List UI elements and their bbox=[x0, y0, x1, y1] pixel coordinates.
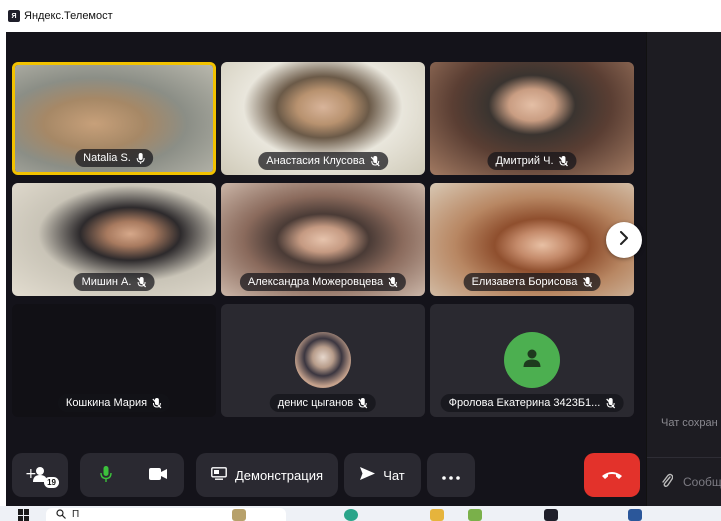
microphone-icon bbox=[100, 465, 112, 485]
taskbar-search-text: П bbox=[72, 509, 80, 520]
next-page-button[interactable] bbox=[606, 222, 642, 258]
participant-name: Фролова Екатерина 3423Б1... bbox=[448, 397, 601, 409]
chat-panel: Чат сохран Сообщ bbox=[646, 32, 721, 506]
camera-button[interactable] bbox=[132, 467, 184, 483]
participant-tile[interactable]: Дмитрий Ч. bbox=[430, 62, 634, 175]
participant-name: денис цыганов bbox=[277, 397, 354, 409]
user-icon bbox=[521, 347, 543, 374]
camera-icon bbox=[149, 467, 167, 483]
microphone-button[interactable] bbox=[80, 465, 132, 485]
participants-count-badge: 19 bbox=[44, 477, 59, 488]
mic-off-icon bbox=[370, 155, 380, 167]
mic-off-icon bbox=[358, 397, 368, 409]
taskbar-app-icon[interactable] bbox=[344, 509, 358, 521]
more-button[interactable] bbox=[427, 453, 475, 497]
hangup-button[interactable] bbox=[584, 453, 640, 497]
taskbar-search-box[interactable]: П bbox=[46, 508, 286, 521]
telemost-app: Natalia S. Анастасия Клусова Дмитрий Ч. bbox=[6, 32, 721, 506]
phone-hangup-icon bbox=[601, 468, 623, 483]
word-icon[interactable] bbox=[628, 509, 642, 521]
telemost-taskbar-icon[interactable] bbox=[544, 509, 558, 521]
mic-icon bbox=[136, 152, 145, 164]
chess-app-icon[interactable] bbox=[232, 509, 246, 521]
chat-button[interactable]: Чат bbox=[344, 453, 421, 497]
participant-name: Дмитрий Ч. bbox=[495, 155, 554, 167]
windows-start-icon[interactable] bbox=[18, 509, 30, 521]
participant-tile[interactable]: Фролова Екатерина 3423Б1... bbox=[430, 304, 634, 417]
screen-share-label: Демонстрация bbox=[234, 467, 324, 483]
participant-name: Natalia S. bbox=[83, 152, 131, 164]
participant-name: Александра Можеровцева bbox=[247, 276, 384, 288]
participant-label: Кошкина Мария bbox=[57, 394, 171, 412]
participant-tile[interactable]: Александра Можеровцева bbox=[221, 183, 425, 296]
media-controls bbox=[80, 453, 184, 497]
window-title: Яндекс.Телемост bbox=[24, 10, 113, 22]
participant-label: денис цыганов bbox=[269, 394, 377, 412]
paperclip-icon[interactable] bbox=[661, 472, 674, 493]
mic-off-icon bbox=[388, 276, 398, 288]
participant-tile[interactable]: Елизавета Борисова bbox=[430, 183, 634, 296]
screen-share-icon bbox=[211, 467, 227, 483]
participant-label: Анастасия Клусова bbox=[258, 152, 388, 170]
participant-label: Мишин А. bbox=[73, 273, 155, 291]
participant-label: Дмитрий Ч. bbox=[487, 152, 577, 170]
os-taskbar: П bbox=[0, 506, 721, 521]
participant-name: Мишин А. bbox=[81, 276, 132, 288]
add-user-icon: + 19 bbox=[25, 464, 59, 488]
screen-share-button[interactable]: Демонстрация bbox=[196, 453, 338, 497]
window-titlebar: Я Яндекс.Телемост bbox=[0, 0, 721, 32]
participant-tile[interactable]: денис цыганов bbox=[221, 304, 425, 417]
participant-label: Елизавета Борисова bbox=[463, 273, 601, 291]
participant-label: Фролова Екатерина 3423Б1... bbox=[440, 394, 624, 412]
mic-off-icon bbox=[605, 397, 615, 409]
participant-tile[interactable]: Natalia S. bbox=[12, 62, 216, 175]
participant-label: Natalia S. bbox=[75, 149, 153, 167]
participant-tile[interactable]: Анастасия Клусова bbox=[221, 62, 425, 175]
more-dots-icon bbox=[442, 468, 460, 483]
chat-label: Чат bbox=[383, 467, 405, 483]
participant-tile[interactable]: Мишин А. bbox=[12, 183, 216, 296]
avatar bbox=[295, 332, 351, 388]
avatar bbox=[504, 332, 560, 388]
telemost-logo-icon: Я bbox=[8, 10, 20, 22]
mic-off-icon bbox=[136, 276, 146, 288]
mic-off-icon bbox=[152, 397, 162, 409]
mic-off-icon bbox=[559, 155, 569, 167]
search-icon bbox=[56, 506, 66, 521]
send-icon bbox=[360, 467, 376, 483]
participant-tile[interactable]: Кошкина Мария bbox=[12, 304, 216, 417]
mic-off-icon bbox=[582, 276, 592, 288]
participants-button[interactable]: + 19 bbox=[12, 453, 68, 497]
participant-name: Анастасия Клусова bbox=[266, 155, 365, 167]
chat-saved-note: Чат сохран bbox=[661, 417, 718, 429]
meeting-toolbar: + 19 Демонстрация Чат bbox=[6, 452, 646, 506]
participant-name: Елизавета Борисова bbox=[471, 276, 578, 288]
chevron-right-icon bbox=[618, 230, 630, 250]
chat-input-bar: Сообщ bbox=[647, 457, 721, 506]
folder-icon[interactable] bbox=[430, 509, 444, 521]
participant-label: Александра Можеровцева bbox=[239, 273, 407, 291]
participants-grid: Natalia S. Анастасия Клусова Дмитрий Ч. bbox=[6, 32, 646, 452]
taskbar-app-icon[interactable] bbox=[468, 509, 482, 521]
participant-name: Кошкина Мария bbox=[65, 397, 148, 409]
chat-message-input[interactable]: Сообщ bbox=[683, 475, 721, 489]
